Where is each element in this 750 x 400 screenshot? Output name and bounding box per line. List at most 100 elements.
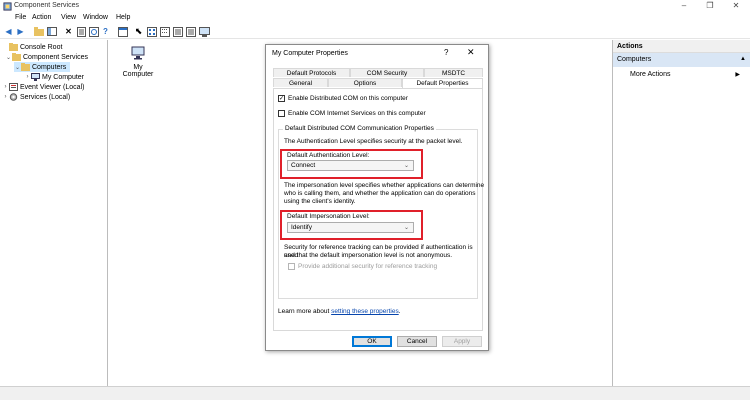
tab-msdtc[interactable]: MSDTC [424, 68, 483, 77]
tree-expander[interactable]: ⌄ [14, 64, 21, 71]
tree-expander[interactable]: › [2, 84, 9, 90]
minimize-button[interactable]: – [671, 0, 697, 13]
dropdown-value: Connect [291, 162, 316, 169]
list-view-icon[interactable] [172, 26, 183, 37]
close-button[interactable]: ✕ [723, 0, 749, 13]
tab-default-properties[interactable]: Default Properties [402, 78, 483, 88]
dropdown-value: Identify [291, 224, 312, 231]
tree-item-label: Computers [32, 63, 67, 71]
arrow-cursor-icon[interactable]: ⬉ [133, 26, 144, 37]
actions-section-computers[interactable]: Computers ▲ [613, 53, 750, 67]
auth-level-dropdown[interactable]: Connect ⌄ [287, 160, 414, 171]
imp-level-label: Default Impersonation Level: [287, 213, 370, 220]
more-actions-label: More Actions [630, 71, 671, 78]
tree-item-label: Services (Local) [20, 93, 71, 101]
refresh-icon[interactable] [88, 26, 99, 37]
detail-view-icon[interactable] [185, 26, 196, 37]
collapse-arrow-icon[interactable]: ▲ [740, 56, 746, 62]
restore-button[interactable]: ❐ [697, 0, 723, 13]
show-hide-tree-icon[interactable] [46, 26, 57, 37]
folder-icon [12, 53, 21, 61]
title-bar: Component Services – ❐ ✕ [0, 0, 750, 13]
more-actions-item[interactable]: More Actions ▶ [613, 67, 750, 79]
actions-pane: Actions Computers ▲ More Actions ▶ [612, 40, 750, 386]
up-folder-icon[interactable] [33, 26, 44, 37]
tree-item-computers[interactable]: ⌄ Computers [14, 62, 71, 72]
section-label: Computers [617, 56, 652, 63]
menu-window[interactable]: Window [83, 14, 108, 21]
tree-expander[interactable]: › [2, 94, 9, 100]
tree-item-console-root[interactable]: Console Root [2, 42, 62, 52]
learn-more-text: Learn more about setting these propertie… [278, 308, 401, 316]
tree-item-services[interactable]: › Services (Local) [2, 92, 70, 102]
back-icon[interactable]: ◀ [3, 26, 14, 37]
tree-item-component-services[interactable]: ⌄ Component Services [5, 52, 88, 62]
group-title: Default Distributed COM Communication Pr… [283, 125, 436, 132]
tree-item-label: Component Services [23, 53, 88, 61]
chevron-down-icon: ⌄ [403, 225, 409, 231]
checkbox-label: Enable Distributed COM on this computer [288, 95, 408, 102]
cancel-button[interactable]: Cancel [397, 336, 437, 347]
chevron-down-icon: ⌄ [403, 163, 409, 169]
apply-button[interactable]: Apply [442, 336, 482, 347]
tree-expander[interactable]: ⌄ [5, 54, 12, 61]
tab-default-protocols[interactable]: Default Protocols [273, 68, 350, 77]
services-icon [9, 93, 18, 101]
tab-options[interactable]: Options [328, 78, 402, 87]
imp-description-1: The impersonation level specifies whethe… [284, 182, 485, 189]
submenu-arrow-icon: ▶ [735, 72, 740, 78]
item-label: My Computer [122, 64, 154, 78]
menu-help[interactable]: Help [116, 14, 130, 21]
checkbox-label: Enable COM Internet Services on this com… [288, 110, 426, 117]
imp-description-3: using the client's identity. [284, 198, 356, 205]
learn-more-link[interactable]: setting these properties [331, 308, 399, 315]
tree-item-event-viewer[interactable]: › Event Viewer (Local) [2, 82, 84, 92]
learn-more-prefix: Learn more about [278, 308, 332, 315]
component-services-icon [3, 2, 12, 11]
help-icon[interactable]: ? [100, 26, 111, 37]
ref-description-2: and that the default impersonation level… [284, 252, 453, 259]
checkbox-box[interactable]: ✓ [278, 95, 285, 102]
imp-level-dropdown[interactable]: Identify ⌄ [287, 222, 414, 233]
toolbar: ◀ ▶ ✕ ? ⬉ [0, 24, 750, 39]
delete-icon[interactable]: ✕ [63, 26, 74, 37]
ok-button[interactable]: OK [352, 336, 392, 347]
menu-bar: File Action View Window Help [0, 13, 750, 24]
status-bar [0, 386, 750, 400]
learn-more-suffix: . [398, 308, 401, 315]
large-icons-view-icon[interactable] [146, 26, 157, 37]
dialog-close-button[interactable]: ✕ [467, 47, 475, 58]
properties-icon[interactable] [76, 26, 87, 37]
dialog-help-button[interactable]: ? [444, 48, 448, 57]
menu-action[interactable]: Action [32, 14, 51, 21]
help-topics-icon[interactable] [117, 26, 128, 37]
actions-header: Actions [613, 40, 750, 53]
folder-icon [9, 43, 18, 51]
console-tree: Console Root ⌄ Component Services ⌄ Comp… [0, 40, 108, 386]
auth-description: The Authentication Level specifies secur… [284, 138, 463, 145]
auth-level-label: Default Authentication Level: [287, 152, 370, 159]
tab-general[interactable]: General [273, 78, 328, 87]
tree-item-label: My Computer [42, 73, 85, 81]
configure-icon[interactable] [199, 26, 210, 37]
tab-com-security[interactable]: COM Security [350, 68, 424, 77]
checkbox-box[interactable] [288, 263, 295, 270]
forward-icon[interactable]: ▶ [15, 26, 26, 37]
checkbox-box[interactable] [278, 110, 285, 117]
computer-icon [31, 73, 40, 81]
menu-view[interactable]: View [61, 14, 76, 21]
window-title: Component Services [14, 2, 79, 9]
enable-dcom-checkbox[interactable]: ✓ Enable Distributed COM on this compute… [278, 95, 408, 102]
small-icons-view-icon[interactable] [159, 26, 170, 37]
imp-description-2: who is calling them, and whether the app… [284, 190, 476, 197]
enable-com-internet-checkbox[interactable]: Enable COM Internet Services on this com… [278, 110, 426, 117]
my-computer-item[interactable]: My Computer [118, 46, 158, 78]
checkbox-label: Provide additional security for referenc… [298, 263, 438, 270]
tree-item-my-computer[interactable]: › My Computer [24, 72, 84, 82]
menu-file[interactable]: File [15, 14, 26, 21]
tree-expander[interactable]: › [24, 74, 31, 80]
tree-item-label: Console Root [20, 43, 63, 51]
tree-item-label: Event Viewer (Local) [20, 83, 85, 91]
ref-tracking-checkbox[interactable]: Provide additional security for referenc… [288, 263, 437, 270]
folder-icon [21, 63, 30, 71]
